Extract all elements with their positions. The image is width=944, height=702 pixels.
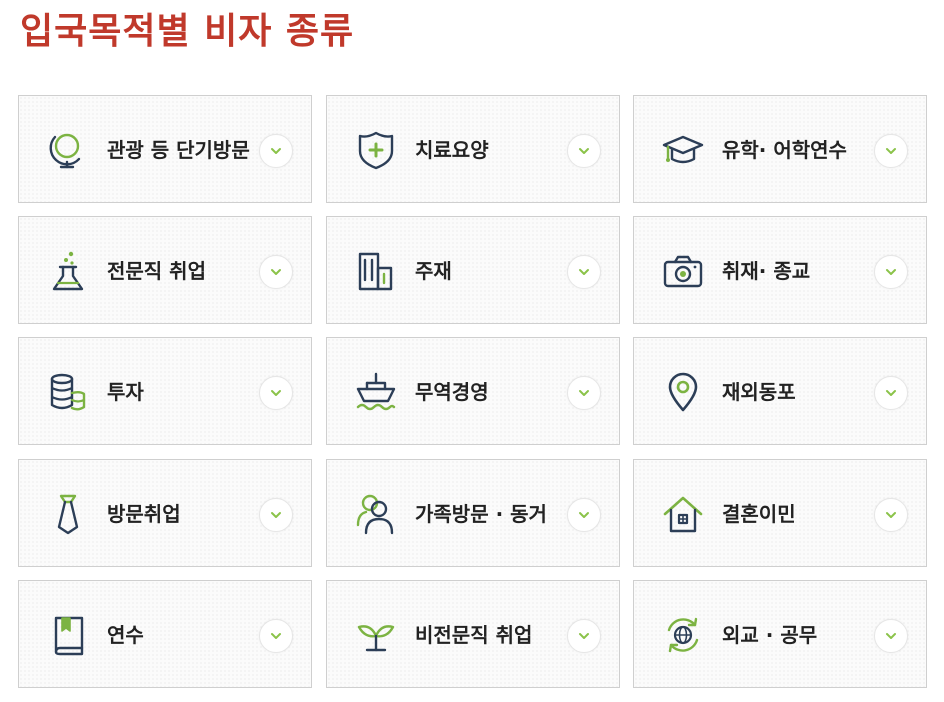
visa-card-label: 취재· 종교 [722, 259, 811, 283]
chevron-down-icon [259, 619, 293, 653]
chevron-down-icon [567, 376, 601, 410]
visa-card-trade-management[interactable]: 무역경영 [326, 337, 620, 445]
necktie-icon [47, 493, 89, 535]
visa-card-short-term-visit[interactable]: 관광 등 단기방문 [18, 95, 312, 203]
visa-card-medical-treatment[interactable]: 치료요양 [326, 95, 620, 203]
chevron-down-icon [874, 255, 908, 289]
visa-card-label: 관광 등 단기방문 [107, 138, 250, 162]
visa-card-study[interactable]: 유학· 어학연수 [633, 95, 927, 203]
chevron-down-icon [259, 255, 293, 289]
globe-icon [47, 129, 89, 171]
visa-card-investment[interactable]: 투자 [18, 337, 312, 445]
visa-card-resident[interactable]: 주재 [326, 216, 620, 324]
visa-card-label: 방문취업 [107, 502, 181, 526]
coin-stack-icon [47, 371, 89, 413]
chevron-down-icon [567, 498, 601, 532]
flask-icon [47, 250, 89, 292]
visa-card-label: 비전문직 취업 [415, 623, 533, 647]
book-icon [47, 614, 89, 656]
visa-card-label: 결혼이민 [722, 502, 796, 526]
visa-card-label: 외교 · 공무 [722, 623, 818, 647]
graduation-cap-icon [662, 129, 704, 171]
chevron-down-icon [259, 376, 293, 410]
map-pin-icon [662, 371, 704, 413]
visa-card-non-professional-employment[interactable]: 비전문직 취업 [326, 580, 620, 688]
visa-card-label: 가족방문 · 동거 [415, 502, 547, 526]
chevron-down-icon [874, 619, 908, 653]
visa-card-label: 무역경영 [415, 380, 489, 404]
chevron-down-icon [567, 134, 601, 168]
visa-card-family-visit[interactable]: 가족방문 · 동거 [326, 459, 620, 567]
visa-card-overseas-korean[interactable]: 재외동포 [633, 337, 927, 445]
chevron-down-icon [874, 376, 908, 410]
chevron-down-icon [259, 498, 293, 532]
camera-icon [662, 250, 704, 292]
visa-card-diplomacy-official[interactable]: 외교 · 공무 [633, 580, 927, 688]
visa-card-marriage-immigration[interactable]: 결혼이민 [633, 459, 927, 567]
sprout-icon [355, 614, 397, 656]
family-icon [355, 493, 397, 535]
visa-card-label: 주재 [415, 259, 452, 283]
visa-card-label: 연수 [107, 623, 144, 647]
page-title: 입국목적별 비자 종류 [20, 11, 355, 52]
visa-card-visit-employment[interactable]: 방문취업 [18, 459, 312, 567]
visa-card-label: 유학· 어학연수 [722, 138, 847, 162]
building-icon [355, 250, 397, 292]
visa-card-label: 전문직 취업 [107, 259, 206, 283]
visa-card-label: 투자 [107, 380, 144, 404]
visa-card-label: 치료요양 [415, 138, 489, 162]
shield-cross-icon [355, 129, 397, 171]
visa-card-journalism-religion[interactable]: 취재· 종교 [633, 216, 927, 324]
globe-arrows-icon [662, 614, 704, 656]
house-icon [662, 493, 704, 535]
chevron-down-icon [259, 134, 293, 168]
visa-card-professional-employment[interactable]: 전문직 취업 [18, 216, 312, 324]
visa-card-training[interactable]: 연수 [18, 580, 312, 688]
chevron-down-icon [874, 134, 908, 168]
chevron-down-icon [567, 619, 601, 653]
chevron-down-icon [567, 255, 601, 289]
chevron-down-icon [874, 498, 908, 532]
visa-card-label: 재외동포 [722, 380, 796, 404]
ship-icon [355, 371, 397, 413]
